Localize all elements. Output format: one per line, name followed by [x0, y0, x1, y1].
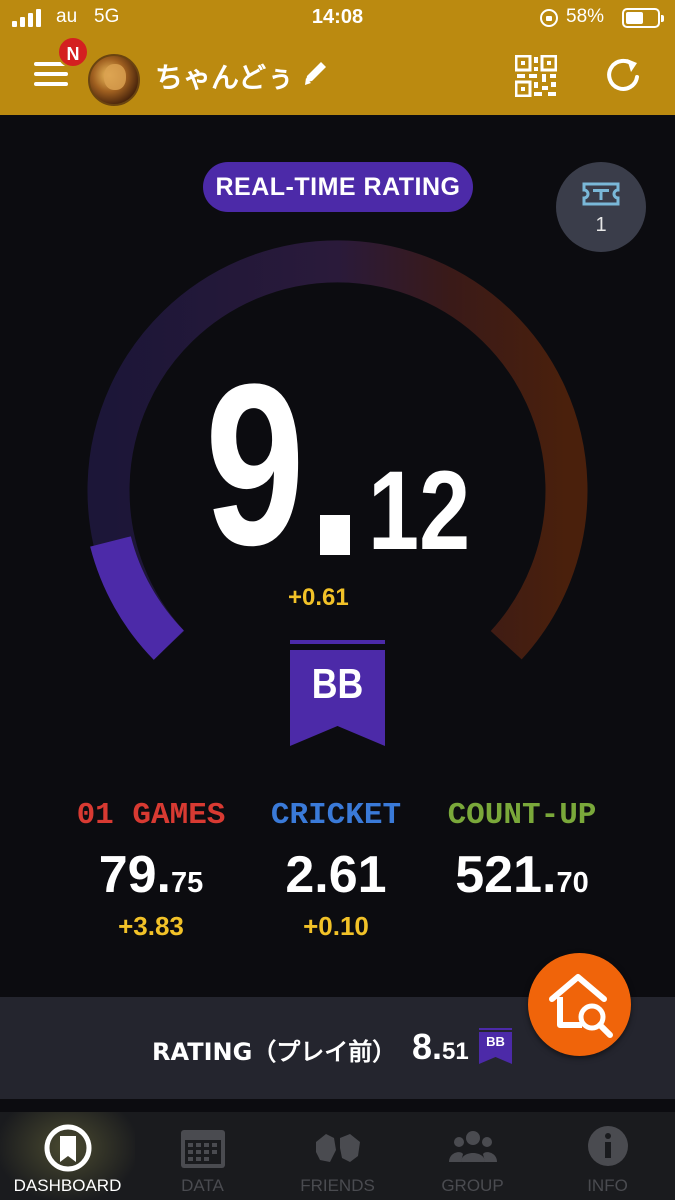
rating-decimal: 12 [368, 448, 471, 573]
notification-badge[interactable]: N [57, 36, 89, 68]
calendar-icon [181, 1130, 225, 1168]
stat-01-games[interactable]: 01 GAMES 79.75 +3.83 [51, 798, 251, 942]
status-bar: au 5G 14:08 58% [0, 0, 675, 36]
group-icon [449, 1131, 497, 1162]
battery-percent: 58% [566, 6, 605, 27]
stat-value: 521.70 [455, 846, 589, 904]
battery-icon [622, 8, 664, 28]
stat-value: 79.75 [98, 846, 204, 904]
stat-delta: +0.10 [303, 911, 369, 941]
stat-label: COUNT-UP [447, 798, 597, 833]
avatar[interactable] [88, 54, 140, 106]
tab-friends[interactable]: FRIENDS [270, 1112, 405, 1200]
stat-label: 01 GAMES [76, 798, 226, 833]
realtime-rating-label: REAL-TIME RATING [203, 162, 473, 212]
rating-gauge [87, 240, 588, 660]
username: ちゃんどぅ [155, 61, 295, 94]
tab-label: INFO [587, 1176, 628, 1195]
home-search-button[interactable] [528, 953, 631, 1056]
stat-label: CRICKET [270, 798, 402, 833]
rating-delta: +0.61 [288, 584, 349, 611]
pre-play-rating-value: 8.51 [412, 1026, 469, 1067]
pencil-icon[interactable] [302, 58, 330, 88]
pre-play-rating-label: RATING（プレイ前） [152, 1038, 397, 1066]
qr-code-icon[interactable] [515, 55, 557, 97]
rotation-lock-icon [540, 9, 558, 27]
class-badge: BB [311, 660, 364, 707]
stat-count-up[interactable]: COUNT-UP 521.70 [422, 798, 622, 911]
tab-label: DASHBOARD [13, 1176, 122, 1195]
stat-value: 2.61 [285, 846, 387, 904]
tab-group[interactable]: GROUP [405, 1112, 540, 1200]
friends-icon [316, 1134, 360, 1162]
app-header: au 5G 14:08 58% N ちゃんどぅ [0, 0, 675, 115]
stat-cricket[interactable]: CRICKET 2.61 +0.10 [236, 798, 436, 942]
rating-integer: 9 [205, 336, 305, 593]
tab-label: FRIENDS [300, 1176, 375, 1195]
rating-decimal-point [320, 515, 350, 555]
tab-data[interactable]: DATA [135, 1112, 270, 1200]
tab-label: DATA [181, 1176, 224, 1195]
tab-label: GROUP [441, 1176, 504, 1195]
ticket-icon [582, 182, 620, 206]
refresh-icon[interactable] [603, 55, 643, 95]
home-search-icon [549, 974, 613, 1038]
pre-play-class-badge: BB [486, 1034, 505, 1049]
tab-dashboard[interactable]: DASHBOARD [0, 1112, 135, 1200]
info-icon [588, 1126, 628, 1166]
tab-info[interactable]: INFO [540, 1112, 675, 1200]
dashboard-icon [44, 1124, 92, 1172]
bottom-tab-bar: DASHBOARD DATA FRIENDS GROUP INFO [0, 1112, 675, 1200]
stat-delta: +3.83 [118, 911, 184, 941]
battery-fill [626, 12, 643, 24]
